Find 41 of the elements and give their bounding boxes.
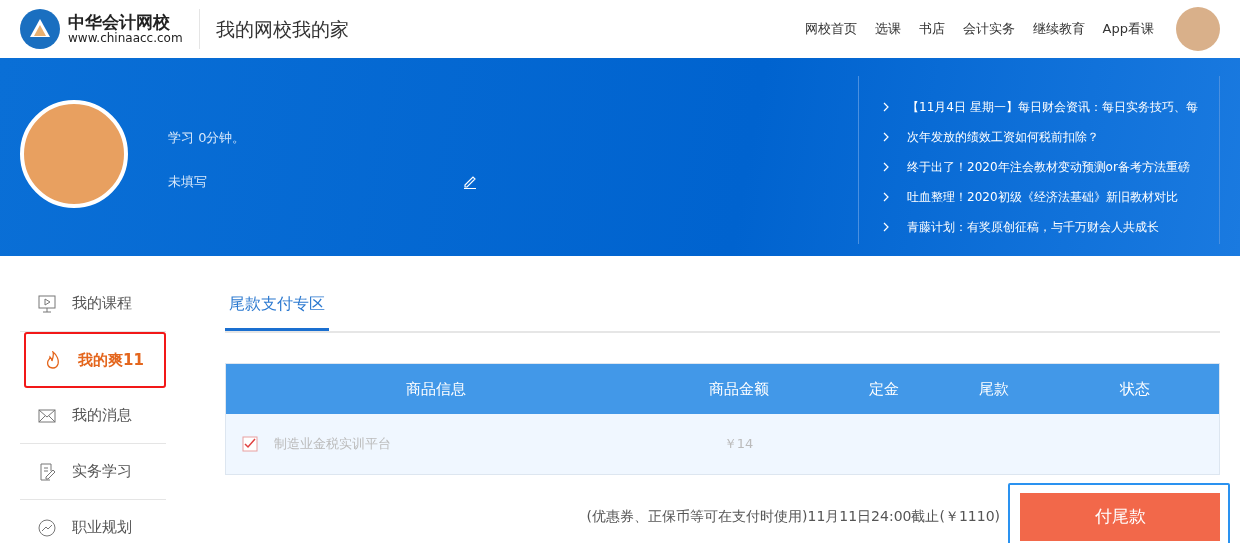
news-link[interactable]: 【11月4日 星期一】每日财会资讯：每日实务技巧、每 (907, 98, 1198, 116)
sidebar-item[interactable]: 我的课程 (20, 276, 166, 332)
certificate-value: 未填写 (168, 172, 207, 191)
product-name: 制造业金税实训平台 (274, 435, 391, 454)
chevron-icon (883, 132, 891, 142)
chevron-icon (883, 162, 891, 172)
monitor-icon (38, 294, 56, 313)
checkbox[interactable] (242, 436, 258, 452)
deadline-note: (优惠券、正保币等可在支付时使用)11月11日24:00截止(￥1110) (586, 506, 1000, 526)
column-header: 商品金额 (707, 378, 770, 400)
nav-link[interactable]: 书店 (918, 19, 945, 39)
column-header: 定金 (867, 378, 900, 400)
sidebar-item[interactable]: 职业规划 (20, 500, 166, 543)
amount-cell-text: ￥14 (722, 435, 755, 454)
sidebar-item[interactable]: 我的消息 (20, 388, 166, 444)
column-header: 商品信息 (405, 378, 467, 400)
flame-icon (44, 351, 62, 369)
chart-icon (38, 518, 56, 537)
tab[interactable]: 尾款支付专区 (225, 286, 329, 331)
chevron-icon (883, 192, 891, 202)
news-link[interactable]: 青藤计划：有奖原创征稿，与千万财会人共成长 (907, 218, 1159, 236)
news-link[interactable]: 终于出了！2020年注会教材变动预测or备考方法重磅 (907, 158, 1190, 176)
document-pencil-icon (38, 462, 56, 481)
news-link[interactable]: 吐血整理！2020初级《经济法基础》新旧教材对比 (907, 188, 1178, 206)
envelope-icon (38, 406, 56, 425)
logo-url: www.chinaacc.com (68, 31, 183, 45)
column-header: 状态 (1119, 378, 1151, 400)
nav-link[interactable]: App看课 (1102, 19, 1154, 39)
chevron-icon (883, 222, 891, 232)
news-link[interactable]: 次年发放的绩效工资如何税前扣除？ (907, 128, 1099, 146)
logo-icon (20, 9, 60, 49)
chevron-icon (883, 102, 891, 112)
logo-title: 中华会计网校 (68, 13, 170, 32)
sidebar-item[interactable]: 实务学习 (20, 444, 166, 500)
nav-link[interactable]: 网校首页 (804, 19, 857, 39)
nav-link[interactable]: 选课 (874, 19, 901, 39)
nav-link[interactable]: 会计实务 (962, 19, 1015, 39)
study-time: 学习 0分钟。 (168, 129, 247, 147)
slogan: 我的网校我的家 (215, 16, 349, 42)
nav-link[interactable]: 继续教育 (1032, 19, 1085, 39)
column-header: 尾款 (977, 378, 1010, 400)
